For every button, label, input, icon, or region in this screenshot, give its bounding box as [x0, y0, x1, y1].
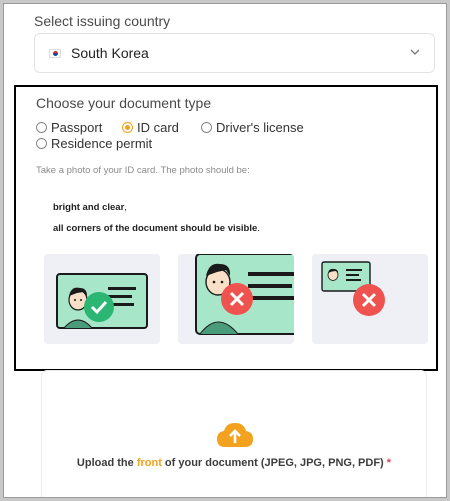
requirement-bright-bold: bright and clear: [53, 202, 125, 213]
country-select[interactable]: South Korea: [34, 33, 435, 73]
south-korea-flag-icon: [49, 48, 61, 58]
option-drivers-license[interactable]: Driver's license: [201, 120, 304, 135]
requirement-bright-tail: ,: [124, 202, 127, 213]
upload-text-after: of your document (JPEG, JPG, PNG, PDF): [161, 457, 387, 469]
upload-text-before: Upload the: [76, 457, 137, 469]
requirement-corners: all corners of the document should be vi…: [53, 223, 260, 234]
radio-drivers-license[interactable]: [201, 122, 212, 133]
document-type-title: Choose your document type: [36, 95, 212, 111]
option-label: ID card: [137, 120, 179, 135]
option-id-card[interactable]: ID card: [122, 120, 179, 135]
requirement-corners-bold: all corners of the document should be vi…: [53, 223, 258, 234]
option-passport[interactable]: Passport: [36, 120, 102, 135]
photo-hint: Take a photo of your ID card. The photo …: [36, 165, 250, 176]
country-value: South Korea: [71, 45, 149, 61]
cross-icon: [353, 284, 385, 316]
option-label: Driver's license: [216, 120, 304, 135]
upload-instructions: Upload the front of your document (JPEG,…: [42, 457, 426, 469]
example-correct: [44, 254, 160, 344]
radio-residence-permit[interactable]: [36, 138, 47, 149]
cloud-upload-icon: [217, 423, 253, 447]
option-label: Passport: [51, 120, 103, 135]
cross-icon: [221, 283, 253, 315]
country-label: Select issuing country: [34, 13, 171, 29]
requirement-bright: bright and clear,: [53, 202, 127, 213]
check-icon: [84, 292, 114, 322]
example-too-far: [312, 254, 428, 344]
document-type-section: Choose your document type Passport ID ca…: [14, 85, 438, 371]
required-mark: *: [386, 457, 392, 469]
upload-text-front: front: [136, 457, 162, 469]
radio-id-card[interactable]: [122, 122, 133, 133]
verification-form: Select issuing country South Korea Choos…: [3, 3, 447, 498]
radio-passport[interactable]: [36, 122, 47, 133]
option-label: Residence permit: [51, 136, 153, 151]
upload-front-dropzone[interactable]: Upload the front of your document (JPEG,…: [41, 370, 427, 497]
option-residence-permit[interactable]: Residence permit: [36, 136, 152, 151]
chevron-down-icon: [410, 49, 420, 55]
requirement-corners-tail: .: [257, 223, 260, 234]
example-too-close: [178, 254, 294, 344]
